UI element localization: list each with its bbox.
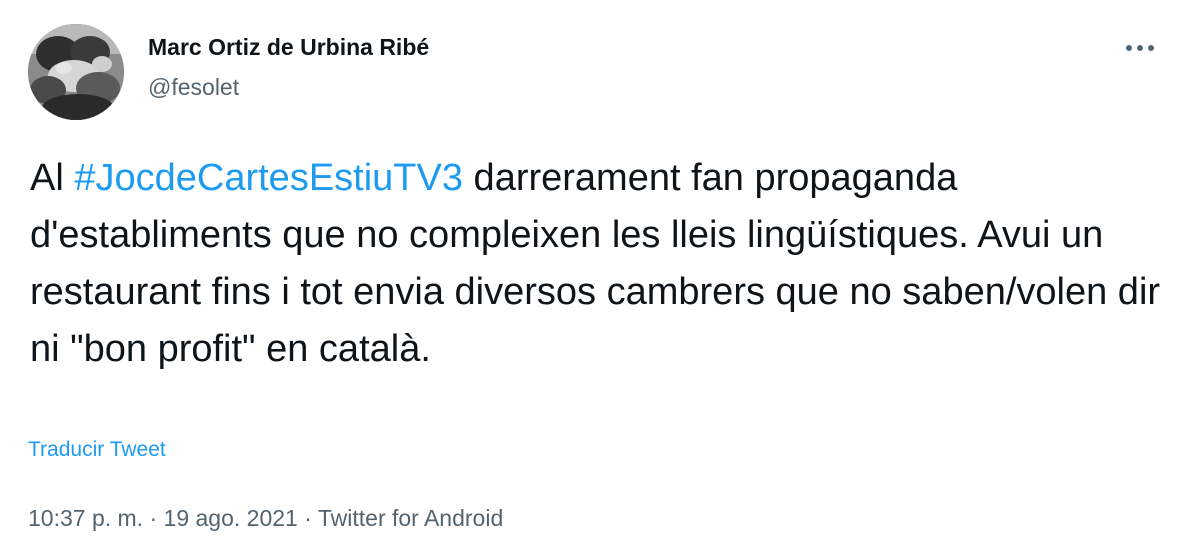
- tweet-source: Twitter for Android: [317, 505, 504, 531]
- avatar[interactable]: [28, 24, 124, 120]
- meta-separator: ·: [149, 505, 158, 531]
- author-handle[interactable]: @fesolet: [148, 74, 239, 101]
- more-options-button[interactable]: [1118, 30, 1162, 66]
- translate-tweet-link[interactable]: Traducir Tweet: [28, 438, 166, 462]
- meta-separator: ·: [304, 505, 312, 531]
- tweet-text: Al #JocdeCartesEstiuTV3 darrerament fan …: [30, 150, 1170, 378]
- author-name[interactable]: Marc Ortiz de Urbina Ribé: [148, 34, 429, 61]
- hashtag-link[interactable]: #JocdeCartesEstiuTV3: [74, 157, 463, 199]
- avatar-photo: [28, 24, 124, 120]
- tweet-card: Marc Ortiz de Urbina Ribé @fesolet Al #J…: [0, 0, 1194, 550]
- tweet-metadata: 10:37 p. m. · 19 ago. 2021 · Twitter for…: [28, 505, 503, 532]
- tweet-date[interactable]: 19 ago. 2021: [164, 505, 298, 531]
- tweet-time[interactable]: 10:37 p. m.: [28, 505, 143, 531]
- more-horizontal-icon: [1126, 45, 1154, 51]
- tweet-text-prefix: Al: [30, 157, 75, 199]
